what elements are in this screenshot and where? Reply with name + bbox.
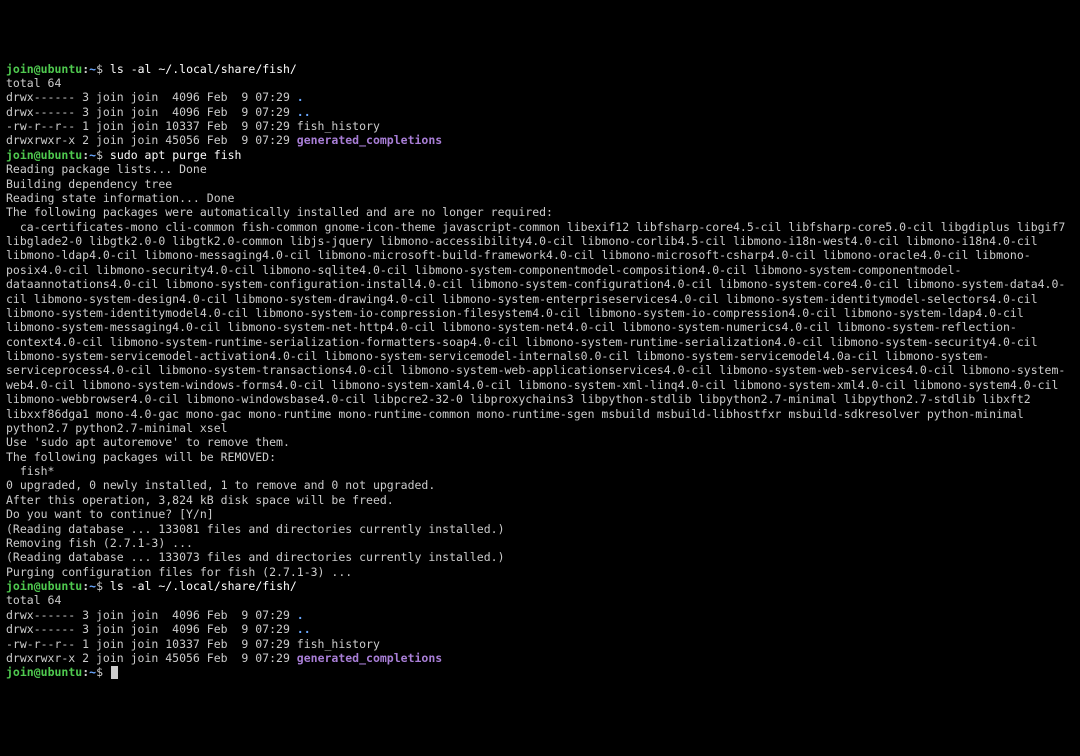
terminal[interactable]: join@ubuntu:~$ ls -al ~/.local/share/fis…: [6, 62, 1074, 680]
apt-db1: (Reading database ... 133081 files and d…: [6, 522, 505, 536]
prompt-line-2: join@ubuntu:~$ sudo apt purge fish: [6, 148, 241, 162]
ls2-row-dot: drwx------ 3 join join 4096 Feb 9 07:29 …: [6, 608, 304, 622]
prompt-line-4[interactable]: join@ubuntu:~$: [6, 665, 118, 679]
command-ls-2: ls -al ~/.local/share/fish/: [110, 579, 297, 593]
prompt-dollar: $: [96, 62, 110, 76]
ls1-row-gencomp: drwxrwxr-x 2 join join 45056 Feb 9 07:29…: [6, 133, 442, 147]
apt-autoremove-hint: Use 'sudo apt autoremove' to remove them…: [6, 435, 290, 449]
apt-package-list: ca-certificates-mono cli-common fish-com…: [6, 220, 1074, 436]
prompt-at: @: [34, 62, 41, 76]
apt-purging: Purging configuration files for fish (2.…: [6, 565, 352, 579]
ls2-row-gencomp: drwxrwxr-x 2 join join 45056 Feb 9 07:29…: [6, 651, 442, 665]
ls1-row-dotdot: drwx------ 3 join join 4096 Feb 9 07:29 …: [6, 105, 311, 119]
command-purge: sudo apt purge fish: [110, 148, 242, 162]
apt-summary: 0 upgraded, 0 newly installed, 1 to remo…: [6, 478, 435, 492]
ls1-row-dot: drwx------ 3 join join 4096 Feb 9 07:29 …: [6, 90, 304, 104]
ls1-total: total 64: [6, 76, 61, 90]
ls2-total: total 64: [6, 593, 61, 607]
apt-remove-header: The following packages will be REMOVED:: [6, 450, 276, 464]
apt-removing: Removing fish (2.7.1-3) ...: [6, 536, 193, 550]
ls2-row-dotdot: drwx------ 3 join join 4096 Feb 9 07:29 …: [6, 622, 311, 636]
apt-auto-header: The following packages were automaticall…: [6, 205, 553, 219]
ls2-row-history: -rw-r--r-- 1 join join 10337 Feb 9 07:29…: [6, 637, 380, 651]
apt-read-list: Reading package lists... Done: [6, 162, 207, 176]
apt-disk: After this operation, 3,824 kB disk spac…: [6, 493, 394, 507]
apt-dep-tree: Building dependency tree: [6, 177, 172, 191]
apt-db2: (Reading database ... 133073 files and d…: [6, 550, 505, 564]
prompt-user: join: [6, 62, 34, 76]
ls1-row-history: -rw-r--r-- 1 join join 10337 Feb 9 07:29…: [6, 119, 380, 133]
apt-state: Reading state information... Done: [6, 191, 234, 205]
cursor-icon: [111, 666, 118, 679]
apt-continue: Do you want to continue? [Y/n]: [6, 507, 214, 521]
prompt-line-1: join@ubuntu:~$ ls -al ~/.local/share/fis…: [6, 62, 297, 76]
command-ls-1: ls -al ~/.local/share/fish/: [110, 62, 297, 76]
prompt-line-3: join@ubuntu:~$ ls -al ~/.local/share/fis…: [6, 579, 297, 593]
prompt-host: ubuntu: [41, 62, 83, 76]
apt-remove-list: fish*: [6, 464, 54, 478]
